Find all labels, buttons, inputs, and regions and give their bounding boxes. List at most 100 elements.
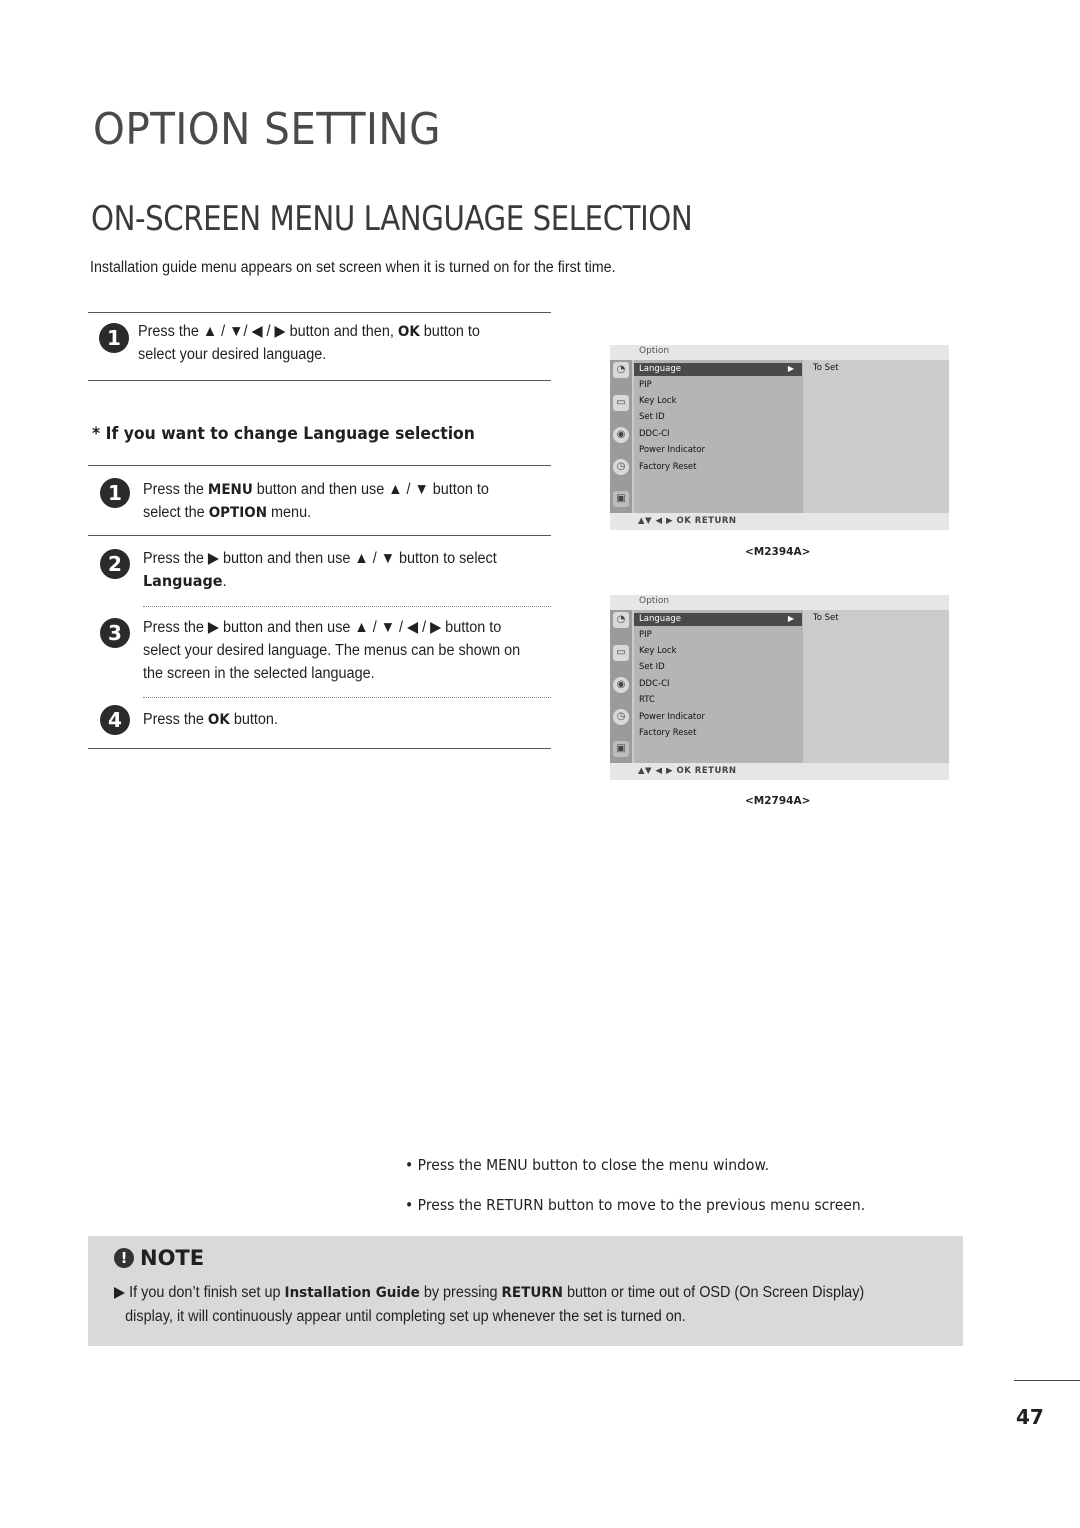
text: the screen in the selected language.: [143, 665, 375, 682]
osd-footer: ▲▼ ◀ ▶ OK RETURN: [610, 763, 949, 780]
osd-title-bar: Option: [610, 345, 949, 360]
key-label: RETURN: [501, 1285, 563, 1301]
step-number-badge: 2: [100, 549, 130, 579]
section-title: ON-SCREEN MENU LANGUAGE SELECTION: [91, 199, 693, 239]
step-number-badge: 3: [100, 618, 130, 648]
page-title: OPTION SETTING: [93, 104, 441, 155]
osd-item-set-id[interactable]: Set ID: [639, 412, 665, 422]
key-label: OK: [397, 324, 420, 340]
divider: [88, 748, 551, 749]
osd-item-pip[interactable]: PIP: [639, 630, 652, 640]
text: button to close the menu window.: [527, 1156, 770, 1174]
osd-item-ddc-ci[interactable]: DDC-CI: [639, 429, 670, 439]
change-language-heading: * If you want to change Language selecti…: [92, 424, 475, 444]
note-text: ▶ If you don’t finish set up Installatio…: [114, 1281, 895, 1328]
osd-item-key-lock[interactable]: Key Lock: [639, 646, 677, 656]
osd-menu-m2794a: Option ◔ ▭ ◉ ◷ ▣ Language ▶ PIP Key Lock …: [610, 595, 949, 780]
divider: [88, 535, 551, 536]
divider: [88, 312, 551, 313]
text: button.: [229, 711, 278, 728]
osd-item-factory-reset[interactable]: Factory Reset: [639, 728, 697, 738]
satellite-icon[interactable]: ◔: [613, 362, 629, 378]
osd-item-power-indicator[interactable]: Power Indicator: [639, 445, 705, 455]
tv-icon[interactable]: ▭: [613, 645, 629, 661]
note-box: ! NOTE ▶ If you don’t finish set up Insta…: [88, 1236, 963, 1346]
text: select the: [143, 504, 209, 521]
text: button or time out of OSD (On Screen Dis…: [562, 1284, 865, 1301]
key-label: Installation Guide: [284, 1285, 420, 1301]
step-number-badge: 1: [100, 478, 130, 508]
osd-item-list: Language ▶ PIP Key Lock Set ID DDC-CI Pow…: [634, 360, 803, 513]
osd-footer: ▲▼ ◀ ▶ OK RETURN: [610, 513, 949, 530]
text: button and then use ▲ / ▼ button to: [252, 481, 489, 498]
option-icon[interactable]: ▣: [613, 741, 629, 757]
text: button to move to the previous menu scre…: [543, 1196, 866, 1214]
osd-title: Option: [639, 346, 670, 356]
option-icon[interactable]: ▣: [613, 491, 629, 507]
text: by pressing: [419, 1284, 502, 1301]
page-number: 47: [1016, 1405, 1044, 1429]
right-arrow-icon: ▶: [787, 614, 794, 623]
text: menu.: [267, 504, 312, 521]
osd-item-language[interactable]: Language ▶: [634, 613, 802, 626]
osd-icon-column: ◔ ▭ ◉ ◷ ▣: [610, 610, 632, 763]
intro-text: Installation guide menu appears on set s…: [90, 259, 616, 276]
osd-item-key-lock[interactable]: Key Lock: [639, 396, 677, 406]
osd-item-rtc[interactable]: RTC: [639, 695, 655, 705]
osd-right-text: To Set: [813, 613, 839, 623]
exclamation-icon: !: [114, 1248, 134, 1268]
text: ▶ If you don’t finish set up: [114, 1284, 285, 1301]
osd-title: Option: [639, 596, 670, 606]
text: Press the: [143, 711, 208, 728]
text: Language: [639, 614, 681, 624]
osd-menu-m2394a: Option ◔ ▭ ◉ ◷ ▣ Language ▶ PIP Key Lock …: [610, 345, 949, 530]
text: • Press the: [405, 1156, 487, 1174]
note-heading: ! NOTE: [114, 1246, 204, 1270]
step-number-badge: 4: [100, 705, 130, 735]
clock-icon[interactable]: ◷: [613, 709, 629, 725]
satellite-icon[interactable]: ◔: [613, 612, 629, 628]
dotted-divider: [143, 697, 551, 698]
osd-icon-column: ◔ ▭ ◉ ◷ ▣: [610, 360, 632, 513]
text: display, it will continuously appear unt…: [125, 1308, 686, 1325]
osd-item-pip[interactable]: PIP: [639, 380, 652, 390]
tv-icon[interactable]: ▭: [613, 395, 629, 411]
key-label: Language: [143, 572, 223, 590]
text: select your desired language. The menus …: [143, 642, 521, 659]
text: NOTE: [140, 1246, 205, 1270]
osd-footer-keys: ▲▼ ◀ ▶ OK RETURN: [638, 516, 737, 526]
text: button to: [419, 323, 480, 340]
dotted-divider: [143, 606, 551, 607]
text: Press the ▲ / ▼/ ◀ / ▶ button and then,: [138, 323, 398, 340]
text: • Press the: [405, 1196, 487, 1214]
osd-item-ddc-ci[interactable]: DDC-CI: [639, 679, 670, 689]
model-label: <M2794A>: [745, 795, 811, 807]
osd-item-list: Language ▶ PIP Key Lock Set ID DDC-CI RTC…: [634, 610, 803, 763]
osd-title-bar: Option: [610, 595, 949, 610]
key-label: OK: [207, 712, 230, 728]
text: select your desired language.: [138, 346, 327, 363]
divider: [88, 380, 551, 381]
model-label: <M2394A>: [745, 546, 811, 558]
bullet-menu-close: • Press the MENU button to close the men…: [405, 1156, 769, 1174]
osd-item-factory-reset[interactable]: Factory Reset: [639, 462, 697, 472]
speaker-icon[interactable]: ◉: [613, 427, 629, 443]
divider: [88, 465, 551, 466]
key-label: MENU: [486, 1156, 528, 1174]
bullet-return: • Press the RETURN button to move to the…: [405, 1196, 865, 1214]
text: Press the: [143, 481, 208, 498]
speaker-icon[interactable]: ◉: [613, 677, 629, 693]
clock-icon[interactable]: ◷: [613, 459, 629, 475]
osd-right-text: To Set: [813, 363, 839, 373]
text: Press the ▶ button and then use ▲ / ▼ / …: [143, 619, 502, 636]
osd-item-set-id[interactable]: Set ID: [639, 662, 665, 672]
key-label: MENU: [207, 482, 253, 498]
right-arrow-icon: ▶: [787, 364, 794, 373]
text: Language: [639, 364, 681, 374]
osd-item-power-indicator[interactable]: Power Indicator: [639, 712, 705, 722]
osd-item-language[interactable]: Language ▶: [634, 363, 802, 376]
osd-footer-keys: ▲▼ ◀ ▶ OK RETURN: [638, 766, 737, 776]
page-number-rule: [1014, 1380, 1080, 1381]
step-number-badge: 1: [99, 323, 129, 353]
text: .: [222, 573, 227, 590]
